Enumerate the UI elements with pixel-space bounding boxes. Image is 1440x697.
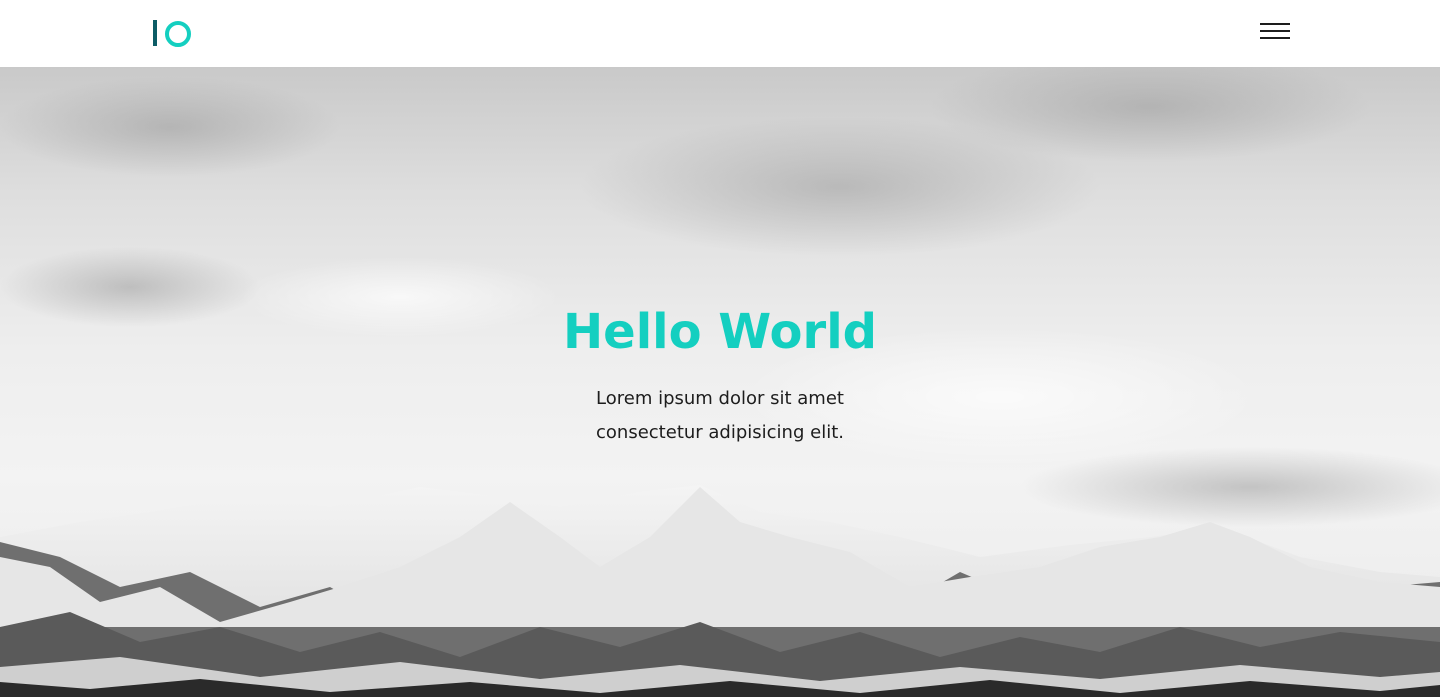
menu-line <box>1260 23 1290 25</box>
menu-line <box>1260 30 1290 32</box>
hero-section: Hello World Lorem ipsum dolor sit amet c… <box>0 67 1440 697</box>
hero-content: Hello World Lorem ipsum dolor sit amet c… <box>0 302 1440 450</box>
hero-title: Hello World <box>562 304 877 360</box>
site-header <box>0 0 1440 67</box>
logo-bar <box>153 20 157 46</box>
io-logo-icon[interactable] <box>152 20 192 47</box>
menu-line <box>1260 37 1290 39</box>
hamburger-menu-icon[interactable] <box>1258 21 1292 43</box>
logo-ring <box>165 21 191 47</box>
hero-subtitle: Lorem ipsum dolor sit amet consectetur a… <box>596 388 844 443</box>
